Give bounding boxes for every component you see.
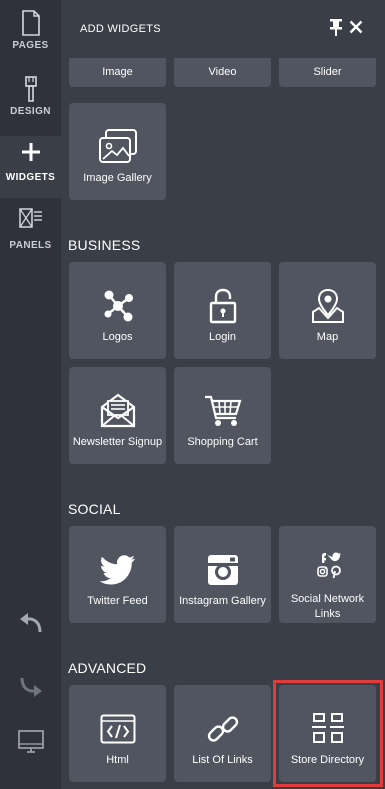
panel-header: ADD WIDGETS <box>61 0 385 58</box>
grid-icon <box>311 713 344 743</box>
panels-icon <box>18 208 42 228</box>
rail-pages-label: PAGES <box>12 40 49 51</box>
logos-icon <box>104 290 133 322</box>
rail-panels[interactable]: PANELS <box>0 208 61 251</box>
widget-social-network-links-label: Social Network Links <box>290 593 365 620</box>
widget-shopping-cart-label: Shopping Cart <box>187 436 258 448</box>
widget-list-of-links[interactable]: List Of Links <box>174 685 271 782</box>
rail-pages[interactable]: PAGES <box>0 10 61 51</box>
unlock-icon <box>209 288 236 324</box>
widget-instagram-gallery[interactable]: Instagram Gallery <box>174 526 271 623</box>
widget-login[interactable]: Login <box>174 262 271 359</box>
section-advanced-title: ADVANCED <box>68 660 147 676</box>
widget-slider-label: Slider <box>313 66 342 78</box>
rail-design[interactable]: DESIGN <box>0 76 61 117</box>
widget-map[interactable]: Map <box>279 262 376 359</box>
twitter-icon <box>99 555 135 585</box>
rail-design-label: DESIGN <box>10 106 51 117</box>
undo-icon <box>19 613 41 633</box>
redo-icon <box>20 677 42 697</box>
desktop-icon <box>17 730 44 753</box>
widget-newsletter-signup[interactable]: Newsletter Signup <box>69 367 166 464</box>
widget-html-label: Html <box>106 754 129 766</box>
rail-widgets[interactable]: WIDGETS <box>0 136 61 198</box>
plus-icon <box>21 143 40 161</box>
social-links-icon <box>317 552 341 579</box>
code-icon <box>100 714 135 744</box>
redo-button[interactable] <box>0 676 61 703</box>
newsletter-envelope-icon <box>100 393 135 428</box>
section-business-title: BUSINESS <box>68 237 141 253</box>
map-icon <box>311 288 344 323</box>
image-gallery-icon <box>98 129 137 163</box>
rail-widgets-label: WIDGETS <box>5 172 56 183</box>
close-icon <box>349 20 363 34</box>
section-social-title: SOCIAL <box>68 501 121 517</box>
preview-button[interactable] <box>0 730 61 759</box>
rail-panels-label: PANELS <box>9 240 52 251</box>
widget-instagram-gallery-label: Instagram Gallery <box>179 595 266 607</box>
widget-login-label: Login <box>209 331 236 343</box>
widget-social-network-links[interactable]: Social Network Links <box>279 526 376 623</box>
link-chain-icon <box>207 716 238 742</box>
widget-newsletter-signup-label: Newsletter Signup <box>72 436 163 448</box>
close-button[interactable] <box>349 20 363 39</box>
widget-logos-label: Logos <box>102 331 133 343</box>
widget-image-gallery-label: Image Gallery <box>83 172 152 184</box>
left-rail: PAGES DESIGN WIDGETS PANELS <box>0 0 61 789</box>
shopping-cart-icon <box>204 395 241 426</box>
pin-icon <box>330 19 342 36</box>
add-widgets-panel: Image Video Slider ADD WIDGETS Image Gal… <box>61 0 385 789</box>
widget-twitter-feed[interactable]: Twitter Feed <box>69 526 166 623</box>
pin-button[interactable] <box>329 18 343 41</box>
widget-image-gallery[interactable]: Image Gallery <box>69 103 166 200</box>
widget-logos[interactable]: Logos <box>69 262 166 359</box>
page-icon <box>21 10 40 36</box>
instagram-icon <box>207 555 238 585</box>
widget-store-directory-label: Store Directory <box>290 754 365 766</box>
widget-twitter-feed-label: Twitter Feed <box>87 595 148 607</box>
widget-store-directory[interactable]: Store Directory <box>279 685 376 782</box>
panel-title: ADD WIDGETS <box>80 23 161 35</box>
widget-shopping-cart[interactable]: Shopping Cart <box>174 367 271 464</box>
widget-image-label: Image <box>102 66 133 78</box>
widget-list-of-links-label: List Of Links <box>192 754 253 766</box>
paintbrush-icon <box>24 76 37 102</box>
undo-button[interactable] <box>0 612 61 639</box>
widget-video-label: Video <box>208 66 237 78</box>
widget-map-label: Map <box>316 331 339 343</box>
widget-html[interactable]: Html <box>69 685 166 782</box>
